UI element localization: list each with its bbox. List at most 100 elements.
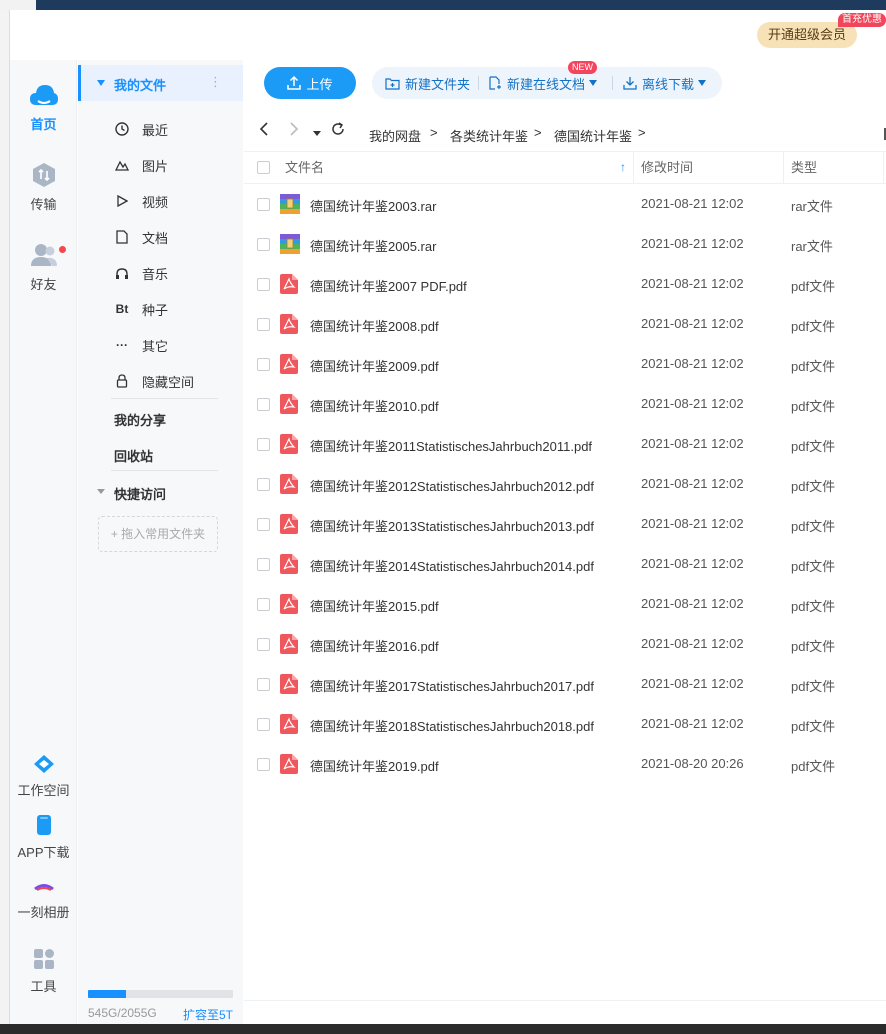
rail-friends[interactable]: 好友: [10, 242, 77, 293]
upload-button[interactable]: 上传: [264, 67, 356, 99]
breadcrumb-separator: >: [534, 125, 542, 140]
table-row[interactable]: 德国统计年鉴2018StatistischesJahrbuch2018.pdf 2…: [244, 704, 886, 744]
nav-item-label: 视频: [142, 194, 169, 210]
row-checkbox[interactable]: [257, 638, 270, 651]
rail-tools[interactable]: 工具: [10, 948, 77, 995]
nav-item-recent[interactable]: 最近: [114, 119, 168, 139]
nav-recycle-bin[interactable]: 回收站: [114, 446, 153, 465]
row-checkbox[interactable]: [257, 438, 270, 451]
rar-icon: [280, 234, 300, 254]
pdf-icon: [280, 394, 300, 414]
row-checkbox[interactable]: [257, 398, 270, 411]
left-rail: 首页 传输 好友 工作空间 APP下载 一刻相册 工具: [10, 60, 77, 1024]
history-dropdown-icon[interactable]: [313, 125, 321, 141]
collapse-triangle-icon[interactable]: [97, 489, 105, 494]
first-recharge-badge: 首充优惠: [838, 13, 886, 27]
nav-item-hidden-space[interactable]: 隐藏空间: [114, 371, 194, 391]
refresh-icon[interactable]: [331, 122, 345, 139]
upload-label: 上传: [306, 76, 333, 92]
column-divider[interactable]: [633, 152, 634, 184]
table-row[interactable]: 德国统计年鉴2003.rar 2021-08-21 12:02 rar文件: [244, 184, 886, 224]
column-header-type[interactable]: 类型: [791, 152, 817, 184]
nav-item-torrents[interactable]: Bt 种子: [114, 299, 168, 319]
table-row[interactable]: 德国统计年鉴2014StatistischesJahrbuch2014.pdf 2…: [244, 544, 886, 584]
table-row[interactable]: 德国统计年鉴2010.pdf 2021-08-21 12:02 pdf文件: [244, 384, 886, 424]
breadcrumb-folder[interactable]: 各类统计年鉴: [450, 126, 528, 145]
chevron-down-icon: [589, 80, 598, 86]
table-row[interactable]: 德国统计年鉴2011StatistischesJahrbuch2011.pdf 2…: [244, 424, 886, 464]
nav-item-docs[interactable]: 文档: [114, 227, 168, 247]
back-icon[interactable]: [259, 122, 269, 139]
breadcrumb-separator: >: [430, 125, 438, 140]
play-icon: [114, 193, 130, 209]
rail-app-download-label: APP下载: [17, 845, 70, 860]
row-checkbox[interactable]: [257, 678, 270, 691]
row-checkbox[interactable]: [257, 318, 270, 331]
nav-my-files[interactable]: 我的文件 ⋮: [78, 65, 243, 101]
table-row[interactable]: 德国统计年鉴2005.rar 2021-08-21 12:02 rar文件: [244, 224, 886, 264]
breadcrumb-current[interactable]: 德国统计年鉴: [554, 126, 632, 145]
table-row[interactable]: 德国统计年鉴2009.pdf 2021-08-21 12:02 pdf文件: [244, 344, 886, 384]
pdf-icon: [280, 514, 300, 534]
rail-friends-label: 好友: [30, 277, 57, 292]
rail-album[interactable]: 一刻相册: [10, 880, 77, 921]
breadcrumb-root[interactable]: 我的网盘: [369, 126, 421, 145]
drop-folder-zone[interactable]: + 拖入常用文件夹: [98, 516, 218, 552]
rail-workspace[interactable]: 工作空间: [10, 754, 77, 799]
table-row[interactable]: 德国统计年鉴2019.pdf 2021-08-20 20:26 pdf文件: [244, 744, 886, 784]
sort-ascending-icon[interactable]: ↑: [620, 160, 626, 174]
row-checkbox[interactable]: [257, 558, 270, 571]
file-type: pdf文件: [791, 639, 836, 654]
more-options-icon[interactable]: ⋮: [209, 74, 222, 90]
friends-notification-dot: [59, 246, 66, 253]
column-divider[interactable]: [783, 152, 784, 184]
file-name: 德国统计年鉴2011StatistischesJahrbuch2011.pdf: [310, 439, 593, 454]
table-row[interactable]: 德国统计年鉴2015.pdf 2021-08-21 12:02 pdf文件: [244, 584, 886, 624]
file-modified-time: 2021-08-21 12:02: [641, 196, 744, 211]
row-checkbox[interactable]: [257, 518, 270, 531]
column-divider[interactable]: [883, 152, 884, 184]
row-checkbox[interactable]: [257, 598, 270, 611]
pdf-icon: [280, 594, 300, 614]
column-header-name[interactable]: 文件名: [285, 152, 324, 184]
nav-item-label: 种子: [142, 302, 169, 318]
new-doc-icon: [489, 76, 501, 90]
select-all-checkbox[interactable]: [257, 161, 270, 174]
nav-my-share[interactable]: 我的分享: [114, 410, 166, 429]
row-checkbox[interactable]: [257, 718, 270, 731]
table-row[interactable]: 德国统计年鉴2017StatistischesJahrbuch2017.pdf 2…: [244, 664, 886, 704]
row-checkbox[interactable]: [257, 238, 270, 251]
rar-icon: [280, 194, 300, 214]
column-header-time[interactable]: 修改时间: [641, 152, 693, 184]
new-folder-button[interactable]: 新建文件夹: [385, 67, 470, 99]
table-row[interactable]: 德国统计年鉴2008.pdf 2021-08-21 12:02 pdf文件: [244, 304, 886, 344]
table-row[interactable]: 德国统计年鉴2007 PDF.pdf 2021-08-21 12:02 pdf文件: [244, 264, 886, 304]
row-checkbox[interactable]: [257, 198, 270, 211]
rail-app-download[interactable]: APP下载: [10, 814, 77, 861]
file-name: 德国统计年鉴2009.pdf: [310, 359, 439, 374]
forward-icon[interactable]: [289, 122, 299, 139]
file-name: 德国统计年鉴2008.pdf: [310, 319, 439, 334]
row-checkbox[interactable]: [257, 478, 270, 491]
table-row[interactable]: 德国统计年鉴2016.pdf 2021-08-21 12:02 pdf文件: [244, 624, 886, 664]
nav-item-images[interactable]: 图片: [114, 155, 168, 175]
offline-download-button[interactable]: 离线下载: [623, 67, 707, 99]
file-type: rar文件: [791, 239, 833, 254]
nav-item-label: 最近: [142, 122, 169, 138]
nav-item-music[interactable]: 音乐: [114, 263, 168, 283]
expand-storage-link[interactable]: 扩容至5T: [183, 1006, 233, 1023]
new-badge: NEW: [568, 61, 597, 74]
table-row[interactable]: 德国统计年鉴2013StatistischesJahrbuch2013.pdf 2…: [244, 504, 886, 544]
row-checkbox[interactable]: [257, 758, 270, 771]
nav-item-videos[interactable]: 视频: [114, 191, 168, 211]
row-checkbox[interactable]: [257, 358, 270, 371]
nav-quick-access[interactable]: 快捷访问: [114, 484, 166, 503]
new-folder-icon: [385, 77, 400, 90]
table-row[interactable]: 德国统计年鉴2012StatistischesJahrbuch2012.pdf 2…: [244, 464, 886, 504]
pdf-icon: [280, 674, 300, 694]
nav-item-others[interactable]: ··· 其它: [114, 335, 168, 355]
file-name: 德国统计年鉴2018StatistischesJahrbuch2018.pdf: [310, 719, 594, 734]
row-checkbox[interactable]: [257, 278, 270, 291]
rail-home[interactable]: 首页: [10, 82, 77, 133]
rail-transfer[interactable]: 传输: [10, 162, 77, 213]
